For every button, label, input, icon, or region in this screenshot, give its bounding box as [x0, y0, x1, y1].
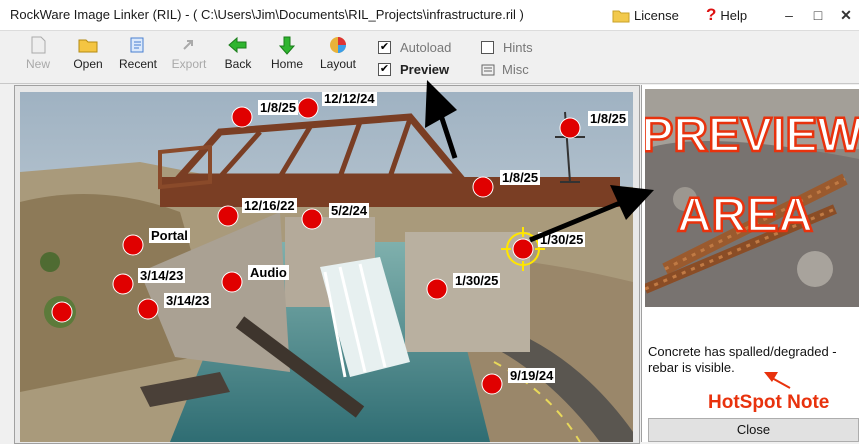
hotspot-label: 12/12/24: [322, 92, 377, 106]
help-button[interactable]: ? Help: [706, 5, 747, 25]
hotspot-label: 1/8/25: [588, 111, 629, 126]
hotspot-marker[interactable]: [559, 117, 581, 139]
main-image[interactable]: 1/8/25 12/12/24 1/8/25 1/8/25 12/16/22 5/2/24…: [20, 92, 633, 442]
open-folder-icon: [78, 39, 98, 53]
export-icon: [183, 40, 193, 50]
hotspot-label: 1/30/25: [453, 273, 501, 288]
toolbar: New Open Recent Export Back Home Layout …: [0, 31, 859, 84]
autoload-label: Autoload: [400, 40, 452, 55]
hotspot-marker[interactable]: [137, 298, 159, 320]
recent-button[interactable]: Recent: [115, 35, 161, 71]
hotspot-marker[interactable]: [512, 238, 534, 260]
back-label: Back: [224, 57, 252, 71]
back-arrow-icon: [228, 36, 247, 54]
help-label: Help: [720, 7, 748, 23]
export-label: Export: [171, 57, 207, 71]
layout-icon: [330, 37, 346, 53]
hotspot-label: 1/30/25: [538, 232, 586, 247]
new-button[interactable]: New: [18, 35, 58, 71]
misc-button[interactable]: Misc: [481, 62, 529, 77]
hotspot-marker[interactable]: [122, 234, 144, 256]
help-icon: ?: [706, 5, 717, 24]
hotspot-marker[interactable]: [297, 97, 319, 119]
preview-label: Preview: [400, 62, 450, 77]
title-bar: RockWare Image Linker (RIL) - ( C:\Users…: [0, 0, 859, 31]
folder-key-icon: [612, 10, 630, 23]
license-label: License: [634, 7, 679, 23]
hotspot-note-annotation: HotSpot Note: [708, 392, 830, 413]
minimize-button[interactable]: –: [777, 3, 801, 27]
hotspot-marker[interactable]: [472, 176, 494, 198]
hotspot-label: 3/14/23: [138, 268, 186, 283]
license-button[interactable]: License: [612, 5, 679, 25]
hotspot-marker[interactable]: [217, 205, 239, 227]
preview-image: PREVIEW AREA: [645, 89, 859, 307]
preview-overlay-line2: AREA: [677, 189, 813, 242]
hotspot-note-text: Concrete has spalled/degraded - rebar is…: [648, 344, 837, 375]
open-label: Open: [73, 57, 103, 71]
hints-check-box[interactable]: [481, 41, 494, 54]
export-button[interactable]: Export: [166, 35, 212, 71]
dam-bridge-scene: [20, 92, 633, 442]
hotspot-label: 1/8/25: [500, 170, 541, 185]
hints-label: Hints: [503, 40, 533, 55]
home-button[interactable]: Home: [266, 35, 308, 71]
hotspot-label: Audio: [248, 265, 289, 280]
home-label: Home: [270, 57, 303, 71]
preview-checkbox[interactable]: ✔ Preview: [378, 62, 449, 77]
recent-icon: [130, 37, 144, 53]
autoload-checkbox[interactable]: ✔ Autoload: [378, 40, 451, 55]
new-icon: [31, 36, 46, 54]
back-button[interactable]: Back: [220, 35, 256, 71]
hotspot-label: 9/19/24: [508, 368, 556, 383]
layout-label: Layout: [319, 57, 357, 71]
recent-label: Recent: [118, 57, 158, 71]
layout-button[interactable]: Layout: [316, 35, 360, 71]
hotspot-marker[interactable]: [51, 301, 73, 323]
close-button[interactable]: Close: [648, 418, 859, 442]
hotspot-marker[interactable]: [426, 278, 448, 300]
new-label: New: [25, 57, 50, 71]
hotspot-marker[interactable]: [481, 373, 503, 395]
preview-overlay-line1: PREVIEW: [645, 109, 859, 162]
hotspot-marker[interactable]: [221, 271, 243, 293]
hotspot-label: 3/14/23: [164, 293, 212, 308]
preview-check-box[interactable]: ✔: [378, 63, 391, 76]
hotspot-label: 12/16/22: [242, 198, 297, 213]
open-button[interactable]: Open: [68, 35, 108, 71]
window-title: RockWare Image Linker (RIL) - ( C:\Users…: [10, 7, 524, 22]
home-arrow-icon: [278, 36, 296, 55]
autoload-check-box[interactable]: ✔: [378, 41, 391, 54]
rebar-photo: PREVIEW AREA: [645, 89, 859, 307]
hotspot-label: 1/8/25: [258, 100, 299, 115]
maximize-button[interactable]: □: [806, 3, 830, 27]
hotspot-marker[interactable]: [231, 106, 253, 128]
hotspot-marker[interactable]: [301, 208, 323, 230]
hints-checkbox[interactable]: Hints: [481, 40, 533, 55]
misc-label: Misc: [502, 62, 529, 77]
hotspot-label: 5/2/24: [329, 203, 370, 218]
hotspot-marker[interactable]: [112, 273, 134, 295]
close-window-button[interactable]: ✕: [834, 3, 858, 27]
misc-icon: [481, 64, 495, 75]
hotspot-label: Portal: [149, 228, 190, 243]
